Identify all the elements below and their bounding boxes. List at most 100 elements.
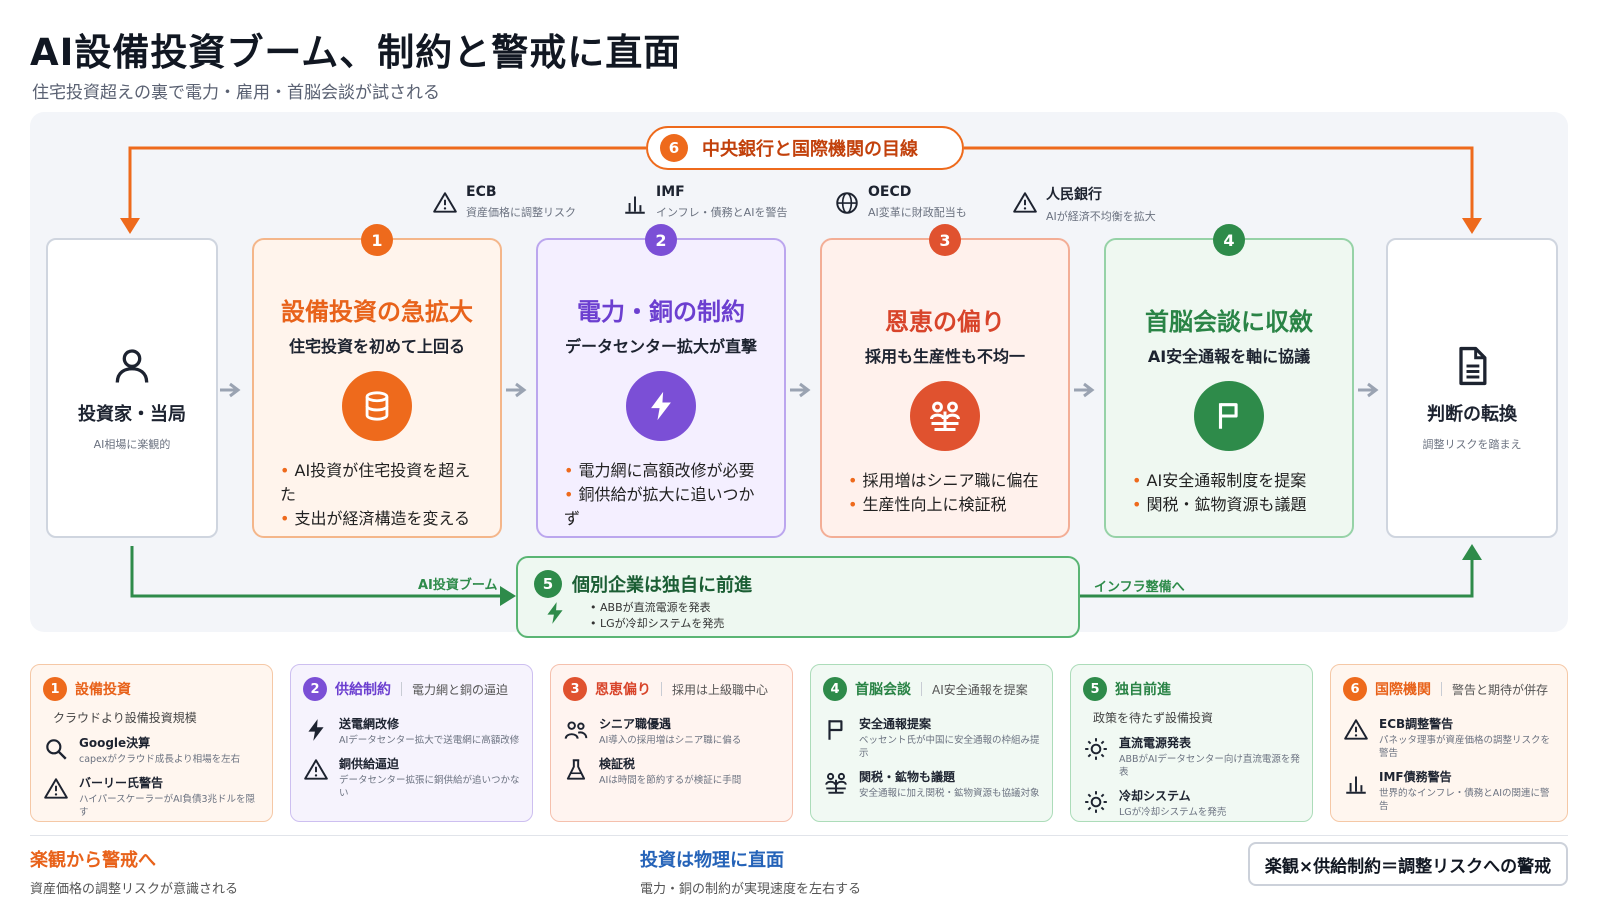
legend-item-name: 冷却システム <box>1119 789 1191 803</box>
page-subtitle: 住宅投資超えの裏で電力・雇用・首脳会談が試される <box>32 83 440 103</box>
legend-card-uneven: 3 恩恵偏り 採用は上級職中心 シニア職優遇 AI導入の採用増はシニア職に偏る 検証税… <box>550 664 793 822</box>
step-number-badge: 3 <box>929 224 961 256</box>
takeaway-title: 楽観から警戒へ <box>30 850 156 871</box>
box-bullet: LGが冷却システムを発売 <box>590 616 724 632</box>
institution-desc: AIが経済不均衡を拡大 <box>1046 210 1156 223</box>
takeaway-subtitle: 電力・銅の制約が実現速度を左右する <box>640 882 862 897</box>
warning-icon <box>1013 192 1037 213</box>
legend-item-name: Google決算 <box>79 736 151 750</box>
legend-title: 国際機関 <box>1375 682 1431 698</box>
legend-lead: クラウドより設備投資規模 <box>53 711 197 725</box>
legend-title: 設備投資 <box>75 682 131 698</box>
footer-takeaway-2: 投資は物理に直面 電力・銅の制約が実現速度を左右する <box>640 846 861 897</box>
step-card-summit: 4 首脳会談に収斂 AI安全通報を軸に協議 AI安全通報制度を提案関税・鉱物資源… <box>1104 224 1354 538</box>
institution-name: IMF <box>656 184 685 200</box>
footer-divider <box>30 835 1568 836</box>
institution-oecd: OECD AI変革に財政配当も <box>834 184 967 220</box>
legend-item: Google決算 capexがクラウド成長より相場を左右 <box>43 734 260 766</box>
card-bullet: 支出が経済構造を変える <box>280 507 478 531</box>
warning-icon <box>1344 719 1368 740</box>
legend-item-desc: AIは時間を節約するが検証に手間 <box>599 775 742 786</box>
step-card-uneven: 3 恩恵の偏り 採用も生産性も不均一 採用増はシニア職に偏在生産性向上に検証税 <box>820 224 1070 538</box>
legend-item-desc: LGが冷却システムを発売 <box>1119 807 1227 818</box>
step-number-badge: 1 <box>361 224 393 256</box>
card-icon-circle <box>342 371 412 441</box>
institution-desc: AI変革に財政配当も <box>868 206 967 219</box>
search-icon <box>46 739 67 760</box>
card-title: 首脳会談に収斂 <box>1145 308 1313 336</box>
flow-chevron-icon <box>506 382 527 398</box>
step-number-badge: 2 <box>645 224 677 256</box>
institution-imf: IMF インフレ・債務とAIを警告 <box>622 184 787 220</box>
legend-item-desc: 安全通報に加え関税・鉱物資源も協議対象 <box>859 788 1040 799</box>
legend-item-name: 関税・鉱物も議題 <box>859 770 956 784</box>
legend-subtitle: AI安全通報を提案 <box>932 682 1028 697</box>
step-number-badge: 6 <box>1343 677 1367 701</box>
card-bullet: 採用増はシニア職に偏在 <box>848 469 1046 493</box>
card-icon-circle <box>1194 381 1264 451</box>
institution-desc: インフレ・債務とAIを警告 <box>656 206 788 219</box>
institution-pboc: 人民銀行 AIが経済不均衡を拡大 <box>1012 184 1156 224</box>
step-number-badge: 6 <box>660 134 688 162</box>
legend-item-desc: ABBがAIデータセンター向け直流電源を発表 <box>1119 754 1300 778</box>
end-node: 判断の転換 調整リスクを踏まえ <box>1386 238 1558 538</box>
institution-ecb: ECB 資産価格に調整リスク <box>432 184 576 220</box>
legend-title: 首脳会談 <box>855 682 911 698</box>
card-icon-circle <box>910 381 980 451</box>
people-icon <box>930 401 960 431</box>
node-subtitle: AI相場に楽観的 <box>93 438 171 451</box>
legend-subtitle: 電力網と銅の逼迫 <box>412 682 509 697</box>
legend-item: 銅供給逼迫 データセンター拡張に銅供給が追いつかない <box>303 755 520 800</box>
conclusion-callout: 楽観×供給制約＝調整リスクへの警戒 <box>1248 842 1568 886</box>
people-icon <box>825 772 847 794</box>
step-card-capex: 1 設備投資の急拡大 住宅投資を初めて上回る AI投資が住宅投資を超えた支出が経… <box>252 224 502 538</box>
legend-item-name: 検証税 <box>599 757 636 771</box>
card-icon-circle <box>626 371 696 441</box>
legend-item: シニア職優遇 AI導入の採用増はシニア職に偏る <box>563 715 780 747</box>
legend-title: 恩恵偏り <box>595 682 651 698</box>
card-bullet: AI安全通報制度を提案 <box>1132 469 1330 493</box>
legend-item-name: 直流電源発表 <box>1119 736 1192 750</box>
legend-item: 関税・鉱物も議題安全通報に加え関税・鉱物資源も協議対象 <box>823 768 1040 800</box>
legend-lead: 政策を待たず設備投資 <box>1093 711 1214 725</box>
step-number-badge: 4 <box>1213 224 1245 256</box>
bar-chart-icon <box>1346 776 1366 794</box>
bolt-icon <box>547 602 563 624</box>
legend-item-desc: 世界的なインフレ・債務とAIの関連に警告 <box>1379 788 1550 812</box>
bar-chart-icon <box>625 196 645 214</box>
step-number-badge: 5 <box>1083 677 1107 701</box>
legend-item-desc: ベッセント氏が中国に安全通報の枠組み提示 <box>859 735 1040 759</box>
legend-card-capex: 1 設備投資 クラウドより設備投資規模 Google決算 capexがクラウド成長よ… <box>30 664 273 822</box>
legend-item-desc: AIデータセンター拡大で送電網に高額改修 <box>339 735 520 746</box>
bolt-icon <box>651 391 671 421</box>
card-subtitle: AI安全通報を軸に協議 <box>1147 347 1311 366</box>
flow-label-left: AI投資ブーム <box>418 578 498 593</box>
sun-icon <box>1085 738 1107 760</box>
sun-icon <box>1085 791 1107 813</box>
legend-item-name: バーリー氏警告 <box>79 776 164 790</box>
card-title: 電力・銅の制約 <box>577 298 745 326</box>
card-bullet: 生産性向上に検証税 <box>848 493 1046 517</box>
independent-progress-box: 5 個別企業は独自に前進 ABBが直流電源を発表LGが冷却システムを発売 <box>516 556 1080 638</box>
legend-item-desc: AI導入の採用増はシニア職に偏る <box>599 735 742 746</box>
box-title: 個別企業は独自に前進 <box>572 575 752 596</box>
step-card-constraints: 2 電力・銅の制約 データセンター拡大が直撃 電力網に高額改修が必要銅供給が拡大… <box>536 224 786 538</box>
step-number-badge: 5 <box>534 570 562 598</box>
legend-item-desc: ハイパースケーラーがAI負債3兆ドルを隠す <box>79 794 255 818</box>
card-title: 恩恵の偏り <box>885 308 1005 336</box>
legend-item-name: 安全通報提案 <box>859 717 932 731</box>
legend-item: 直流電源発表 ABBがAIデータセンター向け直流電源を発表 <box>1083 734 1300 779</box>
legend-item-desc: データセンター拡張に銅供給が追いつかない <box>339 775 520 799</box>
step-number-badge: 3 <box>563 677 587 701</box>
card-bullet: 関税・鉱物資源も議題 <box>1132 493 1330 517</box>
legend-card-international: 6 国際機関 警告と期待が併存 ECB調整警告 パネッタ理事が資産価格の調整リスクを警… <box>1330 664 1568 822</box>
bolt-icon <box>308 719 324 741</box>
legend-item-desc: パネッタ理事が資産価格の調整リスクを警告 <box>1379 735 1551 759</box>
legend-item: 検証税 AIは時間を節約するが検証に手間 <box>563 755 780 787</box>
globe-icon <box>836 192 858 214</box>
card-subtitle: 採用も生産性も不均一 <box>864 347 1025 366</box>
card-bullet: 電力網に高額改修が必要 <box>564 459 762 483</box>
legend-card-independent: 5 独自前進 政策を待たず設備投資 直流電源発表 ABBがAIデータセンター向け直流… <box>1070 664 1313 822</box>
step-number-badge: 2 <box>303 677 327 701</box>
takeaway-subtitle: 資産価格の調整リスクが意識される <box>30 882 239 897</box>
